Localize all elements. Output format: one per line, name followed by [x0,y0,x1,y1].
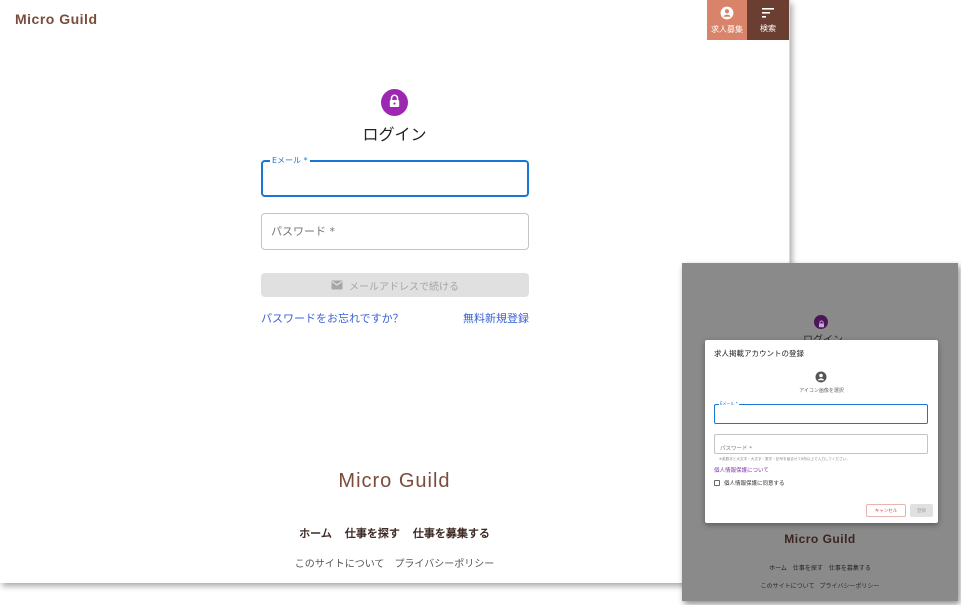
lock-avatar [381,89,408,116]
background-footer-link-post-jobs: 仕事を募集する [828,565,871,572]
lock-icon [818,313,825,332]
select-icon-caption[interactable]: アイコン画像を選択 [705,387,938,394]
search-nav-label: 検索 [760,23,776,33]
dialog-email-input[interactable] [715,410,927,428]
footer-sub-nav: このサイトについて プライバシーポリシー [0,555,789,570]
background-footer-sub-nav: このサイトについて プライバシーポリシー [682,581,958,590]
email-field[interactable]: Eメール * [261,155,529,197]
account-circle-icon[interactable] [815,368,827,383]
dialog-title: 求人掲載アカウントの登録 [714,349,804,358]
footer-link-find-jobs[interactable]: 仕事を探す [345,525,400,541]
login-title: ログイン [362,125,427,144]
background-footer-nav: ホーム 仕事を探す 仕事を募集する [682,563,958,572]
lock-icon [388,93,401,112]
email-field-label: Eメール * [270,155,310,166]
privacy-consent-label: 個人情報保護に同意する [724,481,785,487]
privacy-info-link[interactable]: 個人情報保護について [714,466,769,474]
footer-link-about[interactable]: このサイトについて [295,555,385,570]
dialog-password-input[interactable] [715,440,927,458]
footer-link-home[interactable]: ホーム [299,525,332,541]
header-brand-logo[interactable]: Micro Guild [15,11,98,27]
password-input[interactable] [262,214,528,249]
register-button[interactable]: 登録 [910,504,933,517]
login-page: Micro Guild 求人募集 検索 ログイン Eメール * メールアドレスで… [0,0,790,583]
password-hint: ※英数字と大文字・大文字・数字・記号を組合せて8桁以上で入力してください。 [719,457,850,461]
dialog-email-field[interactable]: Eメール * [714,401,928,428]
dialog-password-field[interactable] [714,434,928,458]
search-nav-button[interactable]: 検索 [747,0,789,40]
footer-link-post-jobs[interactable]: 仕事を募集する [413,525,490,541]
mail-icon [331,280,343,290]
background-footer-link-about: このサイトについて [760,583,815,590]
privacy-consent-checkbox[interactable] [714,480,720,486]
privacy-consent-row[interactable]: 個人情報保護に同意する [714,479,785,487]
registration-dialog: 求人掲載アカウントの登録 アイコン画像を選択 Eメール * ※英数字と大文字・大… [705,340,938,523]
registration-dialog-screenshot: ログイン Micro Guild ホーム 仕事を探す 仕事を募集する このサイト… [682,263,958,601]
account-circle-icon [720,6,734,22]
post-job-nav-label: 求人募集 [711,24,743,34]
background-footer-link-home: ホーム [769,565,787,572]
sort-lines-icon [761,7,775,21]
background-brand-logo: Micro Guild [784,532,856,546]
password-field[interactable] [261,213,529,250]
background-footer-link-find-jobs: 仕事を探す [792,565,823,572]
footer-brand-logo[interactable]: Micro Guild [0,470,789,493]
background-lock-avatar [814,315,828,329]
dialog-email-label: Eメール * [719,401,739,407]
free-register-link[interactable]: 無料新規登録 [463,310,529,326]
post-job-nav-button[interactable]: 求人募集 [707,0,747,40]
cancel-button[interactable]: キャンセル [866,504,906,517]
forgot-password-link[interactable]: パスワードをお忘れですか？ [261,310,404,326]
footer-nav: ホーム 仕事を探す 仕事を募集する [0,525,789,541]
email-input[interactable] [263,162,527,195]
continue-with-email-button[interactable]: メールアドレスで続ける [261,273,529,297]
footer-link-privacy[interactable]: プライバシーポリシー [394,555,494,570]
continue-with-email-label: メールアドレスで続ける [349,281,459,293]
background-footer-link-privacy: プライバシーポリシー [819,583,880,590]
